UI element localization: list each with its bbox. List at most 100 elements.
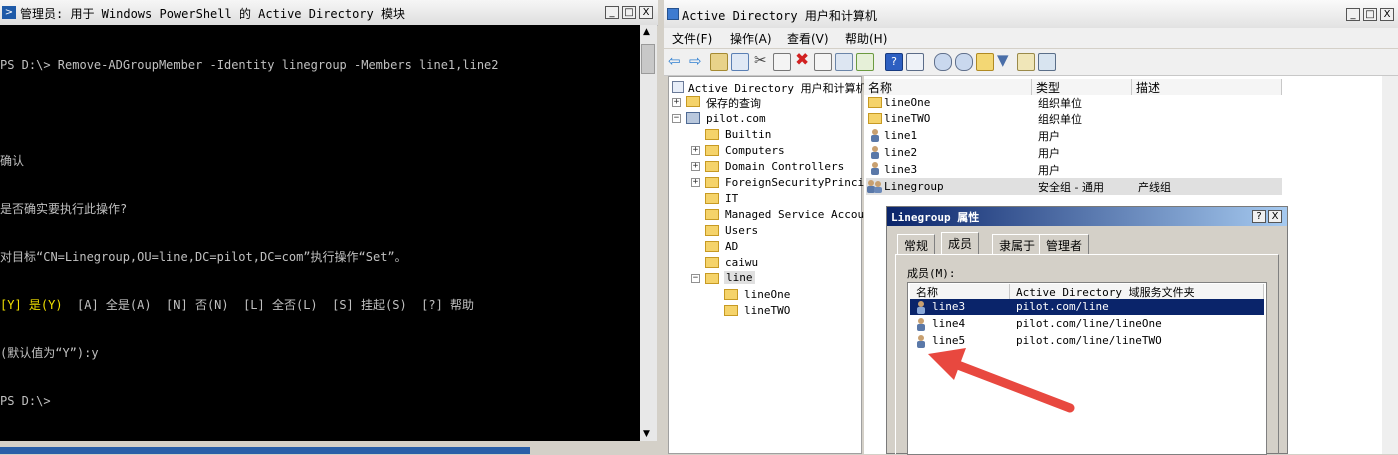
tree-item-line[interactable]: line [724,271,755,284]
domain-icon [686,112,700,124]
tab-member-of[interactable]: 隶属于 [992,234,1043,254]
console-line: 对目标“CN=Linegroup,OU=line,DC=pilot,DC=com… [0,250,407,264]
tab-members[interactable]: 成员 [941,232,980,255]
back-icon[interactable]: ⇦ [668,52,681,70]
console-tree-icon[interactable] [731,53,749,71]
export-list-icon[interactable] [856,53,874,71]
list-row-name[interactable]: lineTWO [884,112,930,125]
tree-item-computers[interactable]: Computers [725,144,785,157]
tree-item-it[interactable]: IT [725,192,738,205]
delete-icon[interactable]: ✖ [795,50,809,70]
tree-item-lineone[interactable]: lineOne [744,288,790,301]
console-prompt-options: [Y] 是(Y) [A] 全是(A) [N] 否(N) [L] 全否(L) [S… [0,297,640,313]
expand-saved-queries[interactable]: + [672,98,681,107]
help-icon[interactable]: ? [885,53,903,71]
folder-icon [724,305,738,316]
annotation-arrow-icon [928,348,1075,413]
ps-close-button[interactable]: X [639,6,653,19]
scroll-up-icon[interactable]: ▲ [643,27,650,37]
list-row-type: 组织单位 [1038,97,1082,110]
tree-item-linetwo[interactable]: lineTWO [744,304,790,317]
properties-icon[interactable] [814,53,832,71]
up-folder-icon[interactable] [710,53,728,71]
tree-domain[interactable]: pilot.com [706,112,766,125]
expand-foreign-security[interactable]: + [691,178,700,187]
tree-item-caiwu[interactable]: caiwu [725,256,758,269]
ad-app-icon [667,8,679,20]
console-scroll-thumb[interactable] [641,44,655,74]
menu-file[interactable]: 文件(F) [672,30,712,47]
ou-icon [868,113,882,124]
members-column-name[interactable]: 名称 [910,284,1010,299]
column-header-type[interactable]: 类型 [1032,79,1132,95]
ad-minimize-button[interactable]: _ [1346,8,1360,21]
column-header-description[interactable]: 描述 [1132,79,1282,95]
tab-general[interactable]: 常规 [897,234,936,254]
folder-icon [705,257,719,268]
members-column-folder[interactable]: Active Directory 域服务文件夹 [1010,284,1264,299]
filter-icon[interactable]: ▼ [997,51,1009,69]
list-row-name[interactable]: line3 [884,163,917,176]
new-group-icon[interactable] [955,53,973,71]
aduc-root-icon [672,81,684,93]
menu-view[interactable]: 查看(V) [787,30,829,47]
tree-item-foreign-security[interactable]: ForeignSecurityPrincip [725,176,871,189]
tree-saved-queries[interactable]: 保存的查询 [706,95,761,111]
ad-close-button[interactable]: X [1380,8,1394,21]
menu-bar [664,28,1398,48]
powershell-console[interactable]: PS D:\> Remove-ADGroupMember -Identity l… [0,25,640,441]
list-vertical-scrollbar[interactable] [1382,76,1398,454]
tree-root[interactable]: Active Directory 用户和计算机 [688,80,867,96]
scroll-down-icon[interactable]: ▼ [643,429,650,439]
expand-domain-controllers[interactable]: + [691,162,700,171]
column-header-name[interactable]: 名称 [864,79,1032,95]
member-row[interactable]: line3 pilot.com/line [910,299,1264,315]
member-row[interactable]: line4 pilot.com/line/lineOne [910,316,1264,332]
ps-maximize-button[interactable]: □ [622,6,636,19]
member-folder: pilot.com/line/lineOne [1016,317,1162,330]
member-name: line4 [932,317,966,330]
tree-item-users[interactable]: Users [725,224,758,237]
member-name: line3 [932,300,966,313]
tab-managed-by[interactable]: 管理者 [1039,234,1090,254]
folder-icon [724,289,738,300]
ad-maximize-button[interactable]: □ [1363,8,1377,21]
tree-item-ad[interactable]: AD [725,240,738,253]
new-ou-icon[interactable] [976,53,994,71]
console-vertical-scrollbar[interactable] [640,25,657,441]
user-icon [917,318,925,331]
list-row-description: 产线组 [1138,181,1171,194]
powershell-window: > 管理员: 用于 Windows PowerShell 的 Active Di… [0,0,658,454]
add-to-group-icon[interactable] [1038,53,1056,71]
list-row-name[interactable]: Linegroup [884,180,944,193]
new-user-icon[interactable] [934,53,952,71]
tree-item-managed-service[interactable]: Managed Service Accour [725,208,871,221]
ps-minimize-button[interactable]: _ [605,6,619,19]
forward-icon[interactable]: ⇨ [689,52,702,70]
prompt-other-options: [A] 全是(A) [N] 否(N) [L] 全否(L) [S] 挂起(S) [… [62,298,475,312]
folder-icon [705,161,719,172]
collapse-domain[interactable]: − [672,114,681,123]
list-row-name[interactable]: lineOne [884,96,930,109]
dialog-close-button[interactable]: X [1268,210,1282,223]
group-icon [867,180,882,193]
dialog-titlebar[interactable]: Linegroup 属性 [887,207,1287,226]
menu-help[interactable]: 帮助(H) [845,30,887,47]
list-row-type: 组织单位 [1038,113,1082,126]
tree-item-domain-controllers[interactable]: Domain Controllers [725,160,844,173]
console-line: 确认 [0,154,25,168]
list-row-name[interactable]: line1 [884,129,917,142]
user-icon [871,146,879,159]
list-row-type: 用户 [1038,147,1060,160]
collapse-line[interactable]: − [691,274,700,283]
dialog-help-button[interactable]: ? [1252,210,1266,223]
copy-icon[interactable] [773,53,791,71]
refresh-icon[interactable] [835,53,853,71]
expand-computers[interactable]: + [691,146,700,155]
find-icon[interactable] [1017,53,1035,71]
cut-icon[interactable]: ✂ [754,51,767,69]
mmc-view-icon[interactable] [906,53,924,71]
list-row-name[interactable]: line2 [884,146,917,159]
tree-item-builtin[interactable]: Builtin [725,128,771,141]
menu-action[interactable]: 操作(A) [730,30,772,47]
